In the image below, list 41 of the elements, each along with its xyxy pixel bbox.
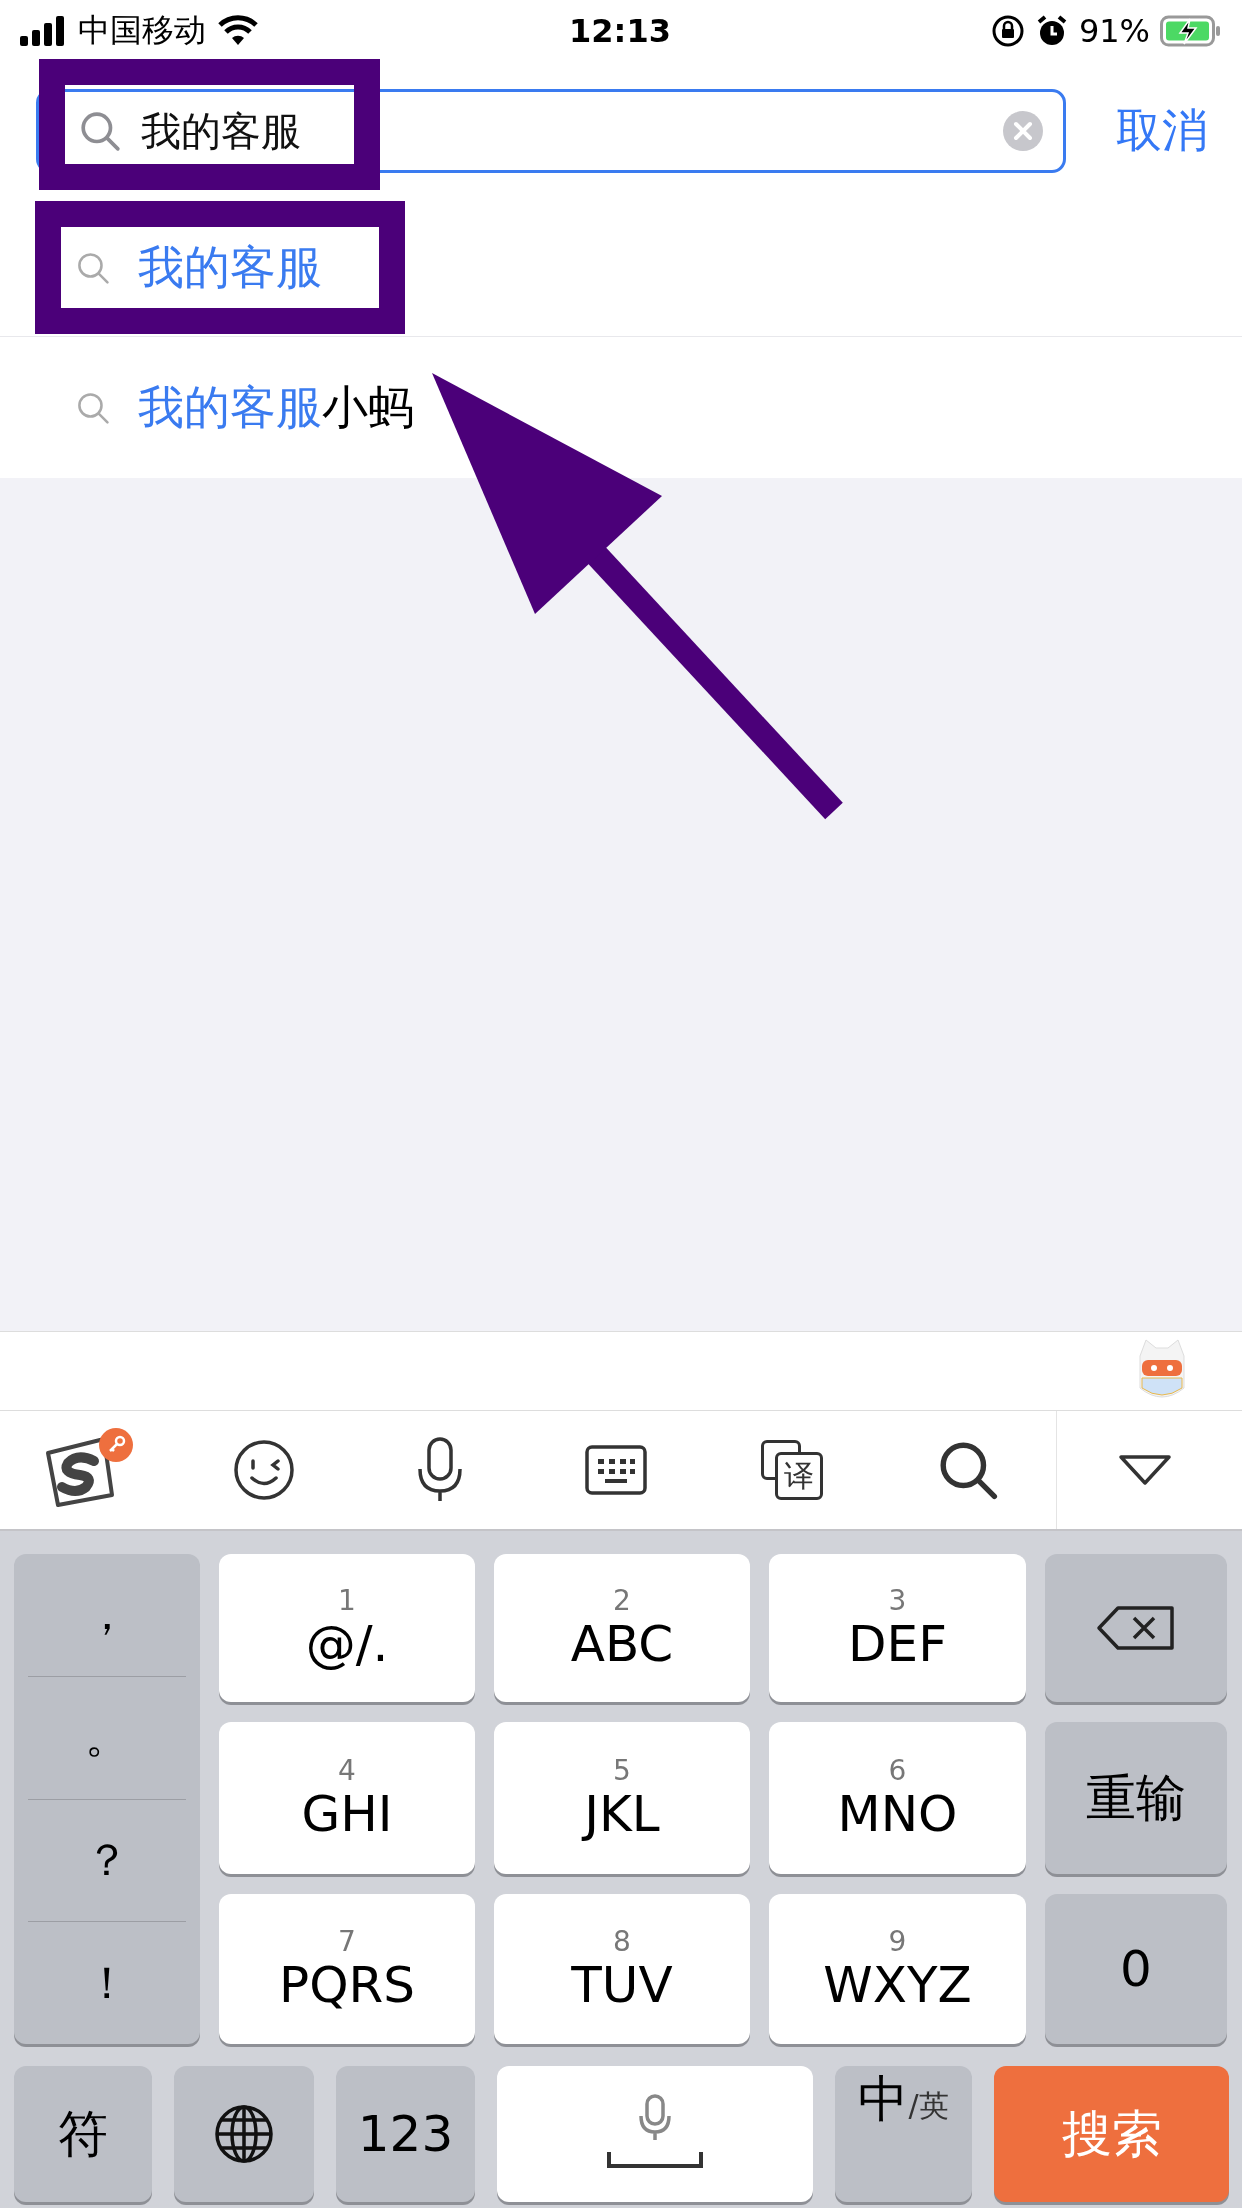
carrier-name: 中国移动	[78, 10, 206, 51]
language-switch-key[interactable]: 中/英	[835, 2066, 972, 2202]
globe-key[interactable]	[174, 2066, 314, 2202]
function-key[interactable]: 0	[1045, 1894, 1227, 2044]
backspace-key[interactable]	[1045, 1554, 1227, 1702]
letter-key[interactable]: 6 MNO	[769, 1722, 1026, 1874]
function-key[interactable]: 符	[14, 2066, 152, 2202]
letter-key[interactable]: 3 DEF	[769, 1554, 1026, 1702]
letter-key[interactable]: 9 WXYZ	[769, 1894, 1026, 2044]
letter-key[interactable]: 5 JKL	[494, 1722, 750, 1874]
symbol-key[interactable]: ？	[28, 1799, 186, 1923]
globe-icon	[214, 2104, 274, 2164]
letter-key[interactable]: 8 TUV	[494, 1894, 750, 2044]
battery-percent: 91%	[1078, 12, 1150, 50]
symbol-key[interactable]: ，	[28, 1554, 186, 1677]
dropdown-triangle-icon	[1118, 1454, 1172, 1486]
battery-charging-icon	[1160, 15, 1220, 47]
letter-key[interactable]: 1 @/.	[219, 1554, 475, 1702]
symbol-key[interactable]: ！	[28, 1922, 186, 2044]
function-key[interactable]: 123	[336, 2066, 475, 2202]
clock-time: 12:13	[569, 12, 671, 50]
suggestion-item[interactable]: 我的客服	[0, 200, 1242, 337]
search-field[interactable]: 我的客服	[36, 89, 1066, 173]
letter-key[interactable]: 7 PQRS	[219, 1894, 475, 2044]
clear-icon	[1003, 111, 1043, 151]
letter-key[interactable]: 2 ABC	[494, 1554, 750, 1702]
search-icon	[79, 110, 121, 152]
space-key[interactable]	[497, 2066, 813, 2202]
microphone-icon	[417, 1437, 463, 1503]
symbol-key[interactable]: 。	[28, 1676, 186, 1800]
backspace-icon	[1096, 1605, 1176, 1651]
emoji-icon	[233, 1439, 295, 1501]
keyboard-icon	[585, 1445, 647, 1495]
search-icon	[937, 1439, 999, 1501]
wifi-icon	[216, 15, 260, 47]
letter-key[interactable]: 4 GHI	[219, 1722, 475, 1874]
cancel-button[interactable]: 取消	[1116, 100, 1208, 162]
suggestion-item[interactable]: 我的客服小蚂	[0, 337, 1242, 478]
function-key[interactable]: 重输	[1045, 1722, 1227, 1874]
rotation-lock-icon	[990, 14, 1025, 48]
search-icon	[76, 251, 110, 285]
